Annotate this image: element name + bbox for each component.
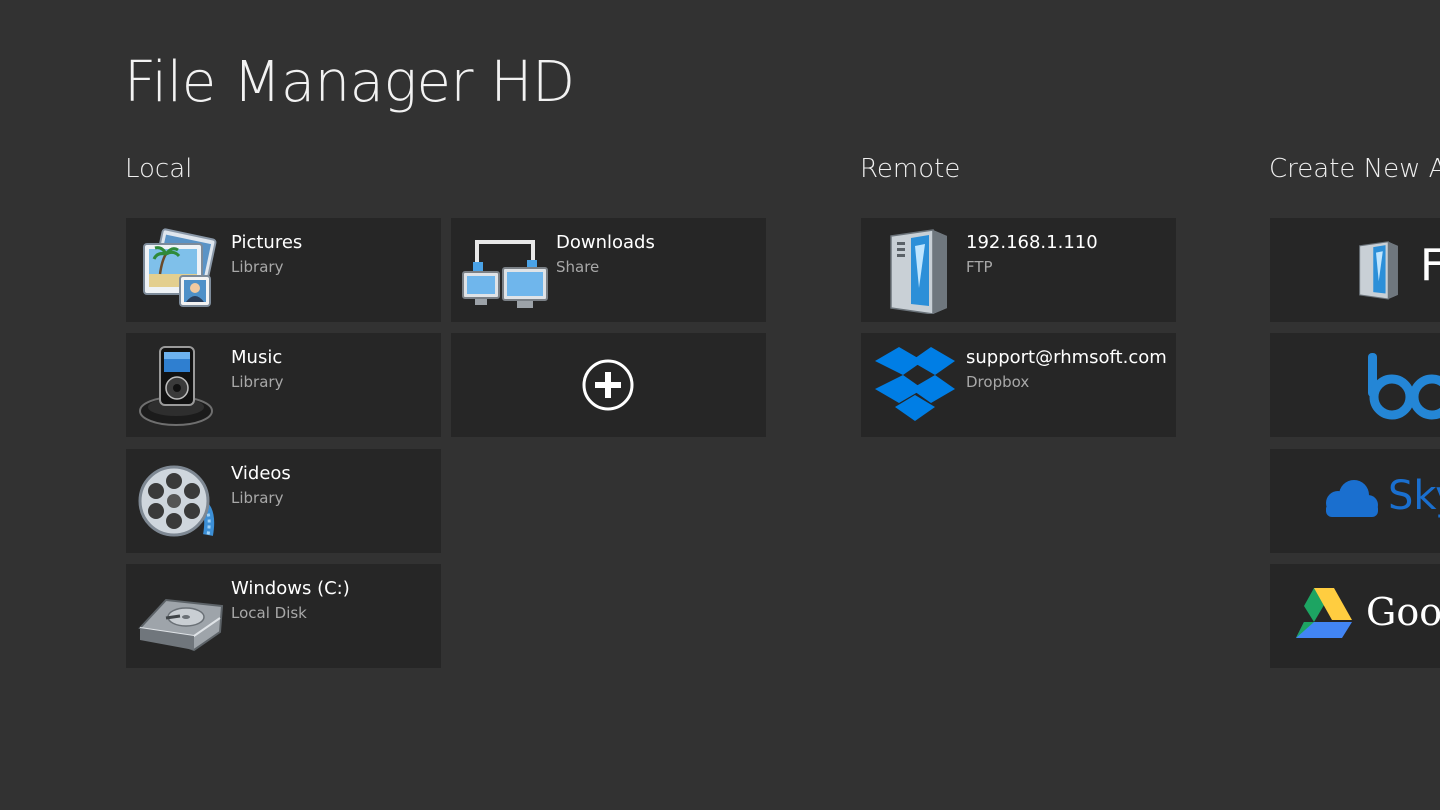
tile-downloads-name: Downloads: [556, 232, 655, 253]
google-drive-icon: [1296, 588, 1352, 638]
plus-circle-icon: [582, 359, 634, 411]
tile-music-type: Library: [231, 373, 284, 391]
create-ftp-account-button[interactable]: F: [1270, 218, 1440, 322]
create-google-drive-account-button[interactable]: Goog: [1270, 564, 1440, 668]
create-skydrive-account-button[interactable]: Sky: [1270, 449, 1440, 553]
tile-music[interactable]: Music Library: [126, 333, 441, 437]
dropbox-icon: [875, 347, 955, 421]
tile-pictures-type: Library: [231, 258, 284, 276]
tile-remote-ftp-type: FTP: [966, 258, 993, 276]
tile-remote-dropbox[interactable]: support@rhmsoft.com Dropbox: [861, 333, 1176, 437]
create-box-label: bo: [1270, 333, 1271, 334]
server-tower-icon: [890, 229, 947, 314]
create-google-drive-label: Goog: [1366, 590, 1440, 634]
tile-windows-name: Windows (C:): [231, 578, 350, 599]
tile-videos[interactable]: Videos Library: [126, 449, 441, 553]
cloud-icon: [1326, 480, 1378, 517]
tile-remote-ftp-name: 192.168.1.110: [966, 232, 1098, 253]
page-title: File Manager HD: [124, 50, 575, 115]
tile-videos-name: Videos: [231, 463, 291, 484]
tile-downloads-type: Share: [556, 258, 600, 276]
tile-windows-drive[interactable]: Windows (C:) Local Disk: [126, 564, 441, 668]
server-tower-icon: [1359, 241, 1398, 300]
film-reel-icon: [138, 465, 215, 537]
tile-videos-type: Library: [231, 489, 284, 507]
box-logo-icon: [1368, 353, 1440, 420]
tile-remote-ftp[interactable]: 192.168.1.110 FTP: [861, 218, 1176, 322]
tile-windows-type: Local Disk: [231, 604, 307, 622]
section-title-create-new: Create New Ac: [1269, 154, 1440, 184]
section-title-remote: Remote: [860, 154, 961, 184]
tile-pictures-name: Pictures: [231, 232, 303, 253]
create-box-account-button[interactable]: bo: [1270, 333, 1440, 437]
create-skydrive-label: Sky: [1388, 473, 1440, 519]
create-ftp-label: F: [1420, 240, 1440, 291]
tile-downloads[interactable]: Downloads Share: [451, 218, 766, 322]
tile-music-name: Music: [231, 347, 283, 368]
section-title-local: Local: [125, 154, 193, 184]
tile-pictures[interactable]: Pictures Library: [126, 218, 441, 322]
hard-disk-icon: [138, 598, 224, 652]
pictures-library-icon: [143, 228, 217, 307]
tile-remote-dropbox-name: support@rhmsoft.com: [966, 347, 1167, 368]
network-share-icon: [462, 240, 548, 308]
ipod-dock-icon: [139, 346, 213, 426]
tile-remote-dropbox-type: Dropbox: [966, 373, 1030, 391]
add-location-button[interactable]: [451, 333, 766, 437]
